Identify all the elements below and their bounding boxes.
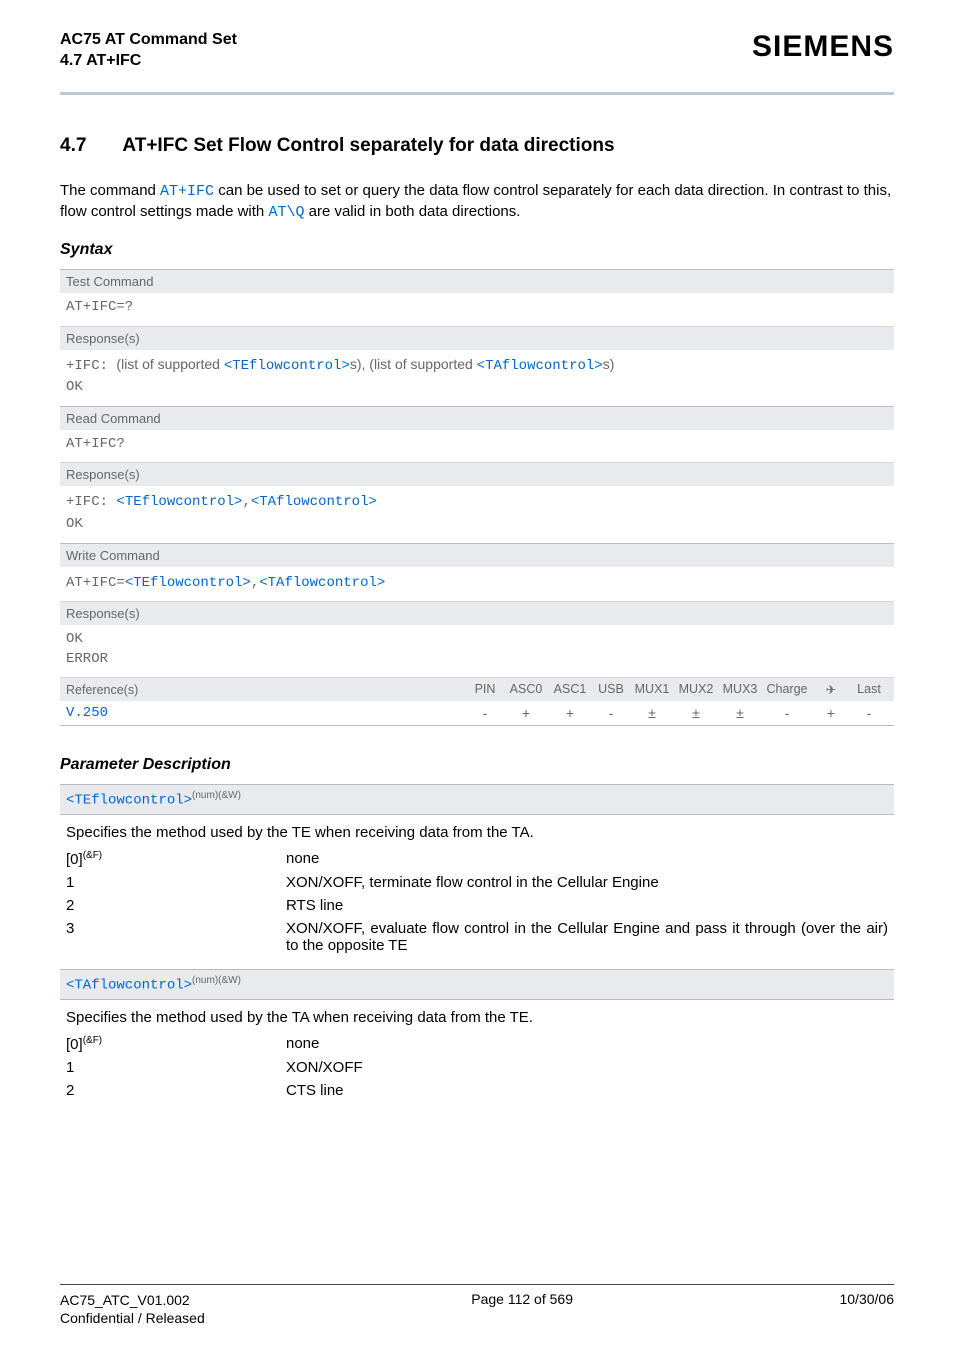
write-response: OK ERROR: [60, 625, 894, 677]
test-command-label: Test Command: [60, 269, 894, 293]
table-row: [0](&F)none: [66, 847, 888, 871]
param-teflow-header: <TEflowcontrol>(num)(&W): [60, 784, 894, 815]
section-heading: 4.7 AT+IFC Set Flow Control separately f…: [60, 135, 894, 157]
table-row: 1XON/XOFF, terminate flow control in the…: [66, 871, 888, 894]
link-teflow-param[interactable]: <TEflowcontrol>: [66, 793, 192, 809]
response-label-3: Response(s): [60, 601, 894, 625]
param-taflow-table: [0](&F)none 1XON/XOFF 2CTS line: [60, 1032, 894, 1102]
footer-page: Page 112 of 569: [471, 1291, 573, 1327]
header-rule: [60, 92, 894, 95]
write-command-label: Write Command: [60, 543, 894, 567]
reference-value-row: V.250 - + + - ± ± ± - + -: [60, 701, 894, 726]
param-teflow-table: [0](&F)none 1XON/XOFF, terminate flow co…: [60, 847, 894, 957]
syntax-box: Test Command AT+IFC=? Response(s) +IFC: …: [60, 269, 894, 726]
section-number: 4.7: [60, 135, 86, 157]
link-taflow[interactable]: <TAflowcontrol>: [477, 358, 603, 374]
link-at-q[interactable]: AT\Q: [268, 204, 304, 221]
link-taflow-param[interactable]: <TAflowcontrol>: [66, 978, 192, 994]
footer-version: AC75_ATC_V01.002: [60, 1291, 205, 1309]
link-taflow-2[interactable]: <TAflowcontrol>: [251, 494, 377, 510]
reference-columns: PIN ASC0 ASC1 USB MUX1 MUX2 MUX3 Charge …: [466, 682, 888, 697]
read-response: +IFC: <TEflowcontrol>,<TAflowcontrol> OK: [60, 486, 894, 542]
brand-logo: SIEMENS: [752, 30, 894, 64]
test-command: AT+IFC=?: [60, 293, 894, 326]
param-taflow-header: <TAflowcontrol>(num)(&W): [60, 969, 894, 1000]
test-response: +IFC: (list of supported <TEflowcontrol>…: [60, 350, 894, 406]
link-taflow-3[interactable]: <TAflowcontrol>: [259, 575, 385, 591]
link-teflow-3[interactable]: <TEflowcontrol>: [125, 575, 251, 591]
page-footer: AC75_ATC_V01.002 Confidential / Released…: [60, 1284, 894, 1327]
write-command: AT+IFC=<TEflowcontrol>,<TAflowcontrol>: [60, 567, 894, 602]
footer-confidential: Confidential / Released: [60, 1309, 205, 1327]
link-teflow-2[interactable]: <TEflowcontrol>: [116, 494, 242, 510]
page-header: AC75 AT Command Set 4.7 AT+IFC SIEMENS: [60, 30, 894, 84]
syntax-heading: Syntax: [60, 241, 894, 259]
table-row: [0](&F)none: [66, 1032, 888, 1056]
reference-value[interactable]: V.250: [66, 705, 466, 721]
param-teflow-desc: Specifies the method used by the TE when…: [60, 815, 894, 847]
intro-paragraph: The command AT+IFC can be used to set or…: [60, 181, 894, 224]
read-command: AT+IFC?: [60, 430, 894, 463]
reference-label: Reference(s): [66, 683, 466, 697]
response-label: Response(s): [60, 326, 894, 350]
table-row: 2RTS line: [66, 894, 888, 917]
table-row: 2CTS line: [66, 1079, 888, 1102]
doc-title: AC75 AT Command Set: [60, 30, 237, 51]
link-teflow[interactable]: <TEflowcontrol>: [224, 358, 350, 374]
reference-header-row: Reference(s) PIN ASC0 ASC1 USB MUX1 MUX2…: [60, 677, 894, 701]
param-taflow-desc: Specifies the method used by the TA when…: [60, 1000, 894, 1032]
param-desc-heading: Parameter Description: [60, 756, 894, 774]
airplane-icon: ✈: [812, 682, 850, 697]
response-label-2: Response(s): [60, 462, 894, 486]
section-title-text: AT+IFC Set Flow Control separately for d…: [122, 135, 614, 157]
read-command-label: Read Command: [60, 406, 894, 430]
link-at-ifc[interactable]: AT+IFC: [160, 183, 214, 200]
table-row: 1XON/XOFF: [66, 1056, 888, 1079]
doc-subtitle: 4.7 AT+IFC: [60, 51, 237, 72]
footer-date: 10/30/06: [839, 1291, 894, 1327]
table-row: 3XON/XOFF, evaluate flow control in the …: [66, 917, 888, 957]
